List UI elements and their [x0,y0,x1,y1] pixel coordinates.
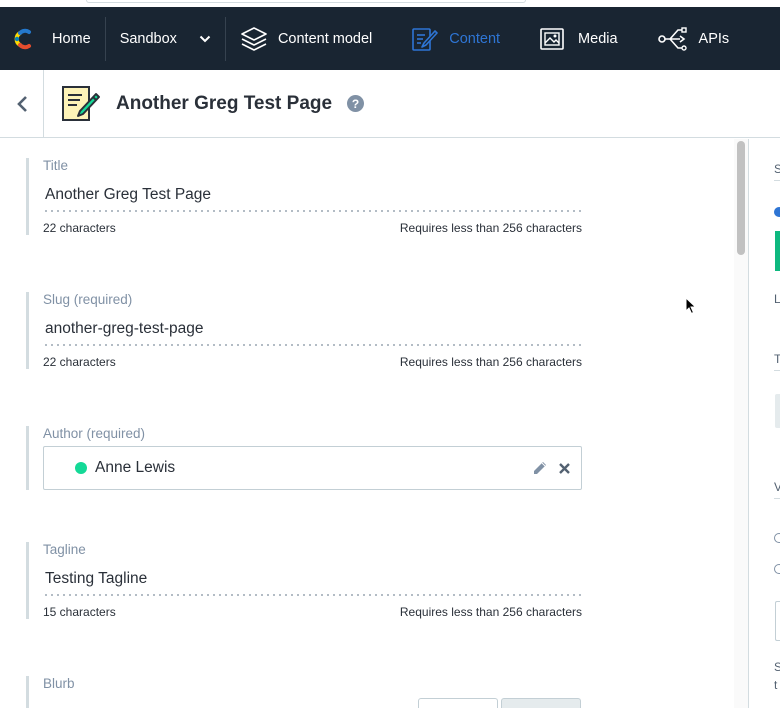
char-limit: Requires less than 256 characters [399,605,582,619]
nav-content-model-label: Content model [277,30,373,47]
sidebar-text: t [774,678,778,692]
field-meta: 15 characters Requires less than 256 cha… [43,605,582,619]
nav-home[interactable]: Home [0,7,105,70]
scrollbar[interactable] [734,139,748,708]
author-name: Anne Lewis [95,459,176,476]
nav-content-model[interactable]: Content model [226,7,410,70]
nav-content[interactable]: Content [410,7,538,70]
blurb-toolbar-button[interactable] [418,698,498,708]
sidebar-heading: T [774,352,780,366]
field-label: Author (required) [43,426,146,441]
contentful-logo-icon [14,28,31,49]
published-status-dot [75,462,87,474]
publish-button[interactable] [775,231,780,271]
field-blurb: Blurb [26,676,582,708]
help-icon[interactable]: ? [347,95,364,112]
entry-editor: Title Another Greg Test Page 22 characte… [0,139,734,708]
char-count: 15 characters [43,605,116,619]
field-label: Blurb [43,676,75,691]
field-meta: 22 characters Requires less than 256 cha… [43,221,582,235]
tagline-input[interactable]: Testing Tagline [43,570,582,588]
layers-icon [241,26,267,51]
nav-apis[interactable]: APIs [657,7,730,70]
field-title: Title Another Greg Test Page 22 characte… [26,158,582,235]
nav-home-label: Home [52,30,91,47]
image-icon [540,27,564,50]
char-count: 22 characters [43,355,116,369]
blurb-toolbar-button[interactable] [501,698,581,708]
mouse-cursor-icon [685,297,697,315]
sidebar-rule [774,370,780,371]
field-label: Tagline [43,542,86,557]
browser-top-strip [0,0,780,7]
input-underline [43,344,582,346]
field-author: Author (required) Anne Lewis [26,426,582,490]
sidebar-button[interactable] [775,394,780,428]
author-reference-card[interactable]: Anne Lewis [43,446,582,490]
field-slug: Slug (required) another-greg-test-page 2… [26,292,582,369]
sidebar-radio[interactable] [774,564,780,574]
entry-sidebar: S L T V S t [749,139,780,708]
nav-apis-label: APIs [698,30,730,47]
chevron-down-icon [199,35,211,42]
entry-header: Another Greg Test Page ? [0,70,780,138]
sidebar-heading: S [774,162,780,176]
nav-media-label: Media [578,30,618,47]
close-icon[interactable] [558,462,571,475]
space-name: Sandbox [119,30,177,47]
nav-media[interactable]: Media [538,7,658,70]
field-meta: 22 characters Requires less than 256 cha… [43,355,582,369]
pencil-icon[interactable] [532,460,548,476]
field-label: Slug (required) [43,292,133,307]
share-nodes-icon [657,26,687,51]
scrollbar-thumb[interactable] [737,141,745,255]
reference-actions [532,460,571,476]
tab-edge [86,0,526,3]
back-button[interactable] [0,70,44,137]
field-tagline: Tagline Testing Tagline 15 characters Re… [26,542,582,619]
sidebar-heading: V [774,480,780,494]
field-label: Title [43,158,69,173]
space-switcher[interactable]: Sandbox [106,7,225,70]
top-nav: Home Sandbox Content model Content Media… [0,7,780,70]
nav-content-label: Content [449,30,501,47]
input-underline [43,594,582,596]
sidebar-text: S [774,660,780,674]
char-limit: Requires less than 256 characters [399,221,582,235]
sidebar-rule [774,180,780,181]
title-input[interactable]: Another Greg Test Page [43,186,582,204]
status-radio[interactable] [774,207,780,217]
sidebar-text: L [774,292,780,306]
char-limit: Requires less than 256 characters [399,355,582,369]
entry-type-icon [62,86,100,121]
edit-document-icon [412,27,439,51]
slug-input[interactable]: another-greg-test-page [43,320,582,338]
sidebar-radio[interactable] [774,533,780,543]
input-underline [43,210,582,212]
sidebar-input[interactable] [775,601,780,641]
sidebar-rule [774,498,780,499]
chevron-left-icon [16,95,27,112]
char-count: 22 characters [43,221,116,235]
page-title: Another Greg Test Page [116,93,333,114]
